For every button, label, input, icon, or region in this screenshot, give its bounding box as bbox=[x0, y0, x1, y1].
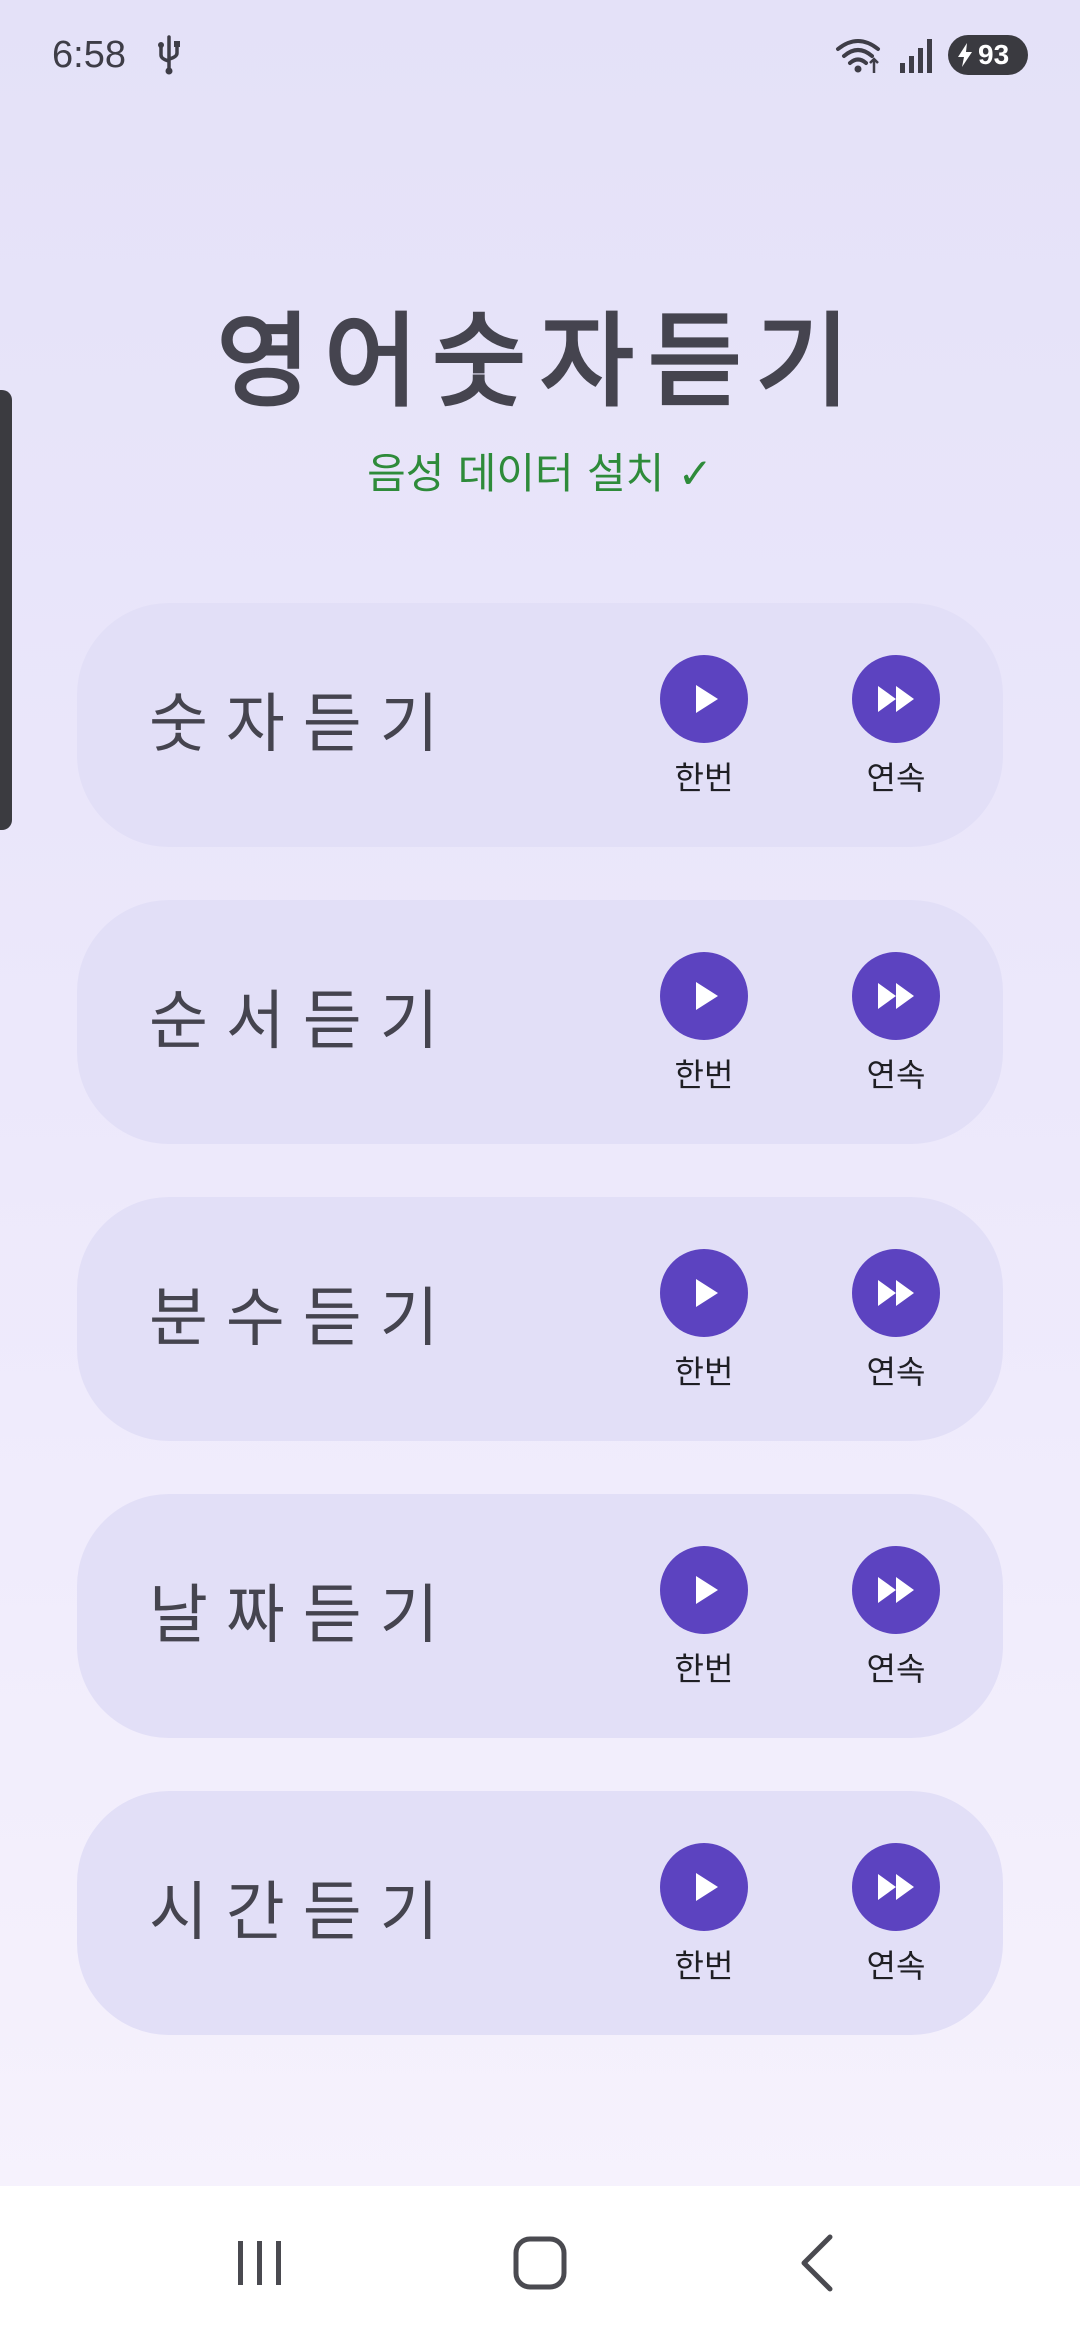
fast-forward-icon bbox=[852, 1546, 940, 1634]
home-icon bbox=[513, 2236, 567, 2290]
battery-level: 93 bbox=[978, 39, 1010, 70]
play-icon bbox=[660, 655, 748, 743]
play-continuous-label: 연속 bbox=[866, 759, 926, 797]
fast-forward-icon bbox=[852, 1843, 940, 1931]
recents-icon bbox=[238, 2241, 281, 2285]
status-bar: 6:58 93 bbox=[0, 0, 1080, 110]
battery-indicator: 93 bbox=[948, 35, 1028, 75]
card-fraction-listening: 분수듣기 한번 연속 bbox=[77, 1197, 1003, 1441]
play-continuous-button[interactable]: 연속 bbox=[831, 1843, 961, 1987]
play-once-button[interactable]: 한번 bbox=[639, 952, 769, 1096]
voice-data-status: 음성 데이터 설치 ✓ bbox=[367, 449, 713, 498]
play-continuous-label: 연속 bbox=[866, 1353, 926, 1391]
play-icon bbox=[660, 952, 748, 1040]
card-label: 날짜듣기 bbox=[149, 1579, 457, 1653]
recents-button[interactable] bbox=[200, 2223, 320, 2303]
play-once-button[interactable]: 한번 bbox=[639, 1249, 769, 1393]
play-continuous-label: 연속 bbox=[866, 1056, 926, 1094]
card-ordinal-listening: 순서듣기 한번 연속 bbox=[77, 900, 1003, 1144]
play-icon bbox=[660, 1249, 748, 1337]
status-time: 6:58 bbox=[52, 33, 126, 76]
play-once-button[interactable]: 한번 bbox=[639, 1843, 769, 1987]
card-date-listening: 날짜듣기 한번 연속 bbox=[77, 1494, 1003, 1738]
battery-charging-icon bbox=[958, 43, 972, 67]
wifi-icon bbox=[836, 39, 880, 73]
play-icon bbox=[660, 1546, 748, 1634]
play-continuous-button[interactable]: 연속 bbox=[831, 655, 961, 799]
play-once-label: 한번 bbox=[674, 1947, 734, 1985]
play-continuous-button[interactable]: 연속 bbox=[831, 952, 961, 1096]
play-once-label: 한번 bbox=[674, 759, 734, 797]
play-icon bbox=[660, 1843, 748, 1931]
status-left: 6:58 bbox=[52, 34, 186, 77]
signal-icon bbox=[900, 39, 932, 73]
usb-icon bbox=[157, 35, 180, 75]
card-label: 순서듣기 bbox=[149, 985, 457, 1059]
play-once-button[interactable]: 한번 bbox=[639, 1546, 769, 1690]
status-right: 93 bbox=[834, 35, 1028, 75]
play-once-label: 한번 bbox=[674, 1353, 734, 1391]
play-continuous-label: 연속 bbox=[866, 1947, 926, 1985]
play-continuous-label: 연속 bbox=[866, 1650, 926, 1688]
home-button[interactable] bbox=[480, 2223, 600, 2303]
card-time-listening: 시간듣기 한번 연속 bbox=[77, 1791, 1003, 2035]
fast-forward-icon bbox=[852, 1249, 940, 1337]
play-once-button[interactable]: 한번 bbox=[639, 655, 769, 799]
page-title: 영어숫자듣기 bbox=[216, 303, 864, 422]
back-icon bbox=[801, 2234, 833, 2292]
fast-forward-icon bbox=[852, 952, 940, 1040]
card-label: 숫자듣기 bbox=[149, 688, 457, 762]
navigation-bar bbox=[0, 2186, 1080, 2340]
card-label: 분수듣기 bbox=[149, 1282, 457, 1356]
card-label: 시간듣기 bbox=[149, 1876, 457, 1950]
play-once-label: 한번 bbox=[674, 1650, 734, 1688]
play-continuous-button[interactable]: 연속 bbox=[831, 1249, 961, 1393]
play-continuous-button[interactable]: 연속 bbox=[831, 1546, 961, 1690]
back-button[interactable] bbox=[760, 2223, 880, 2303]
card-number-listening: 숫자듣기 한번 연속 bbox=[77, 603, 1003, 847]
play-once-label: 한번 bbox=[674, 1056, 734, 1094]
fast-forward-icon bbox=[852, 655, 940, 743]
